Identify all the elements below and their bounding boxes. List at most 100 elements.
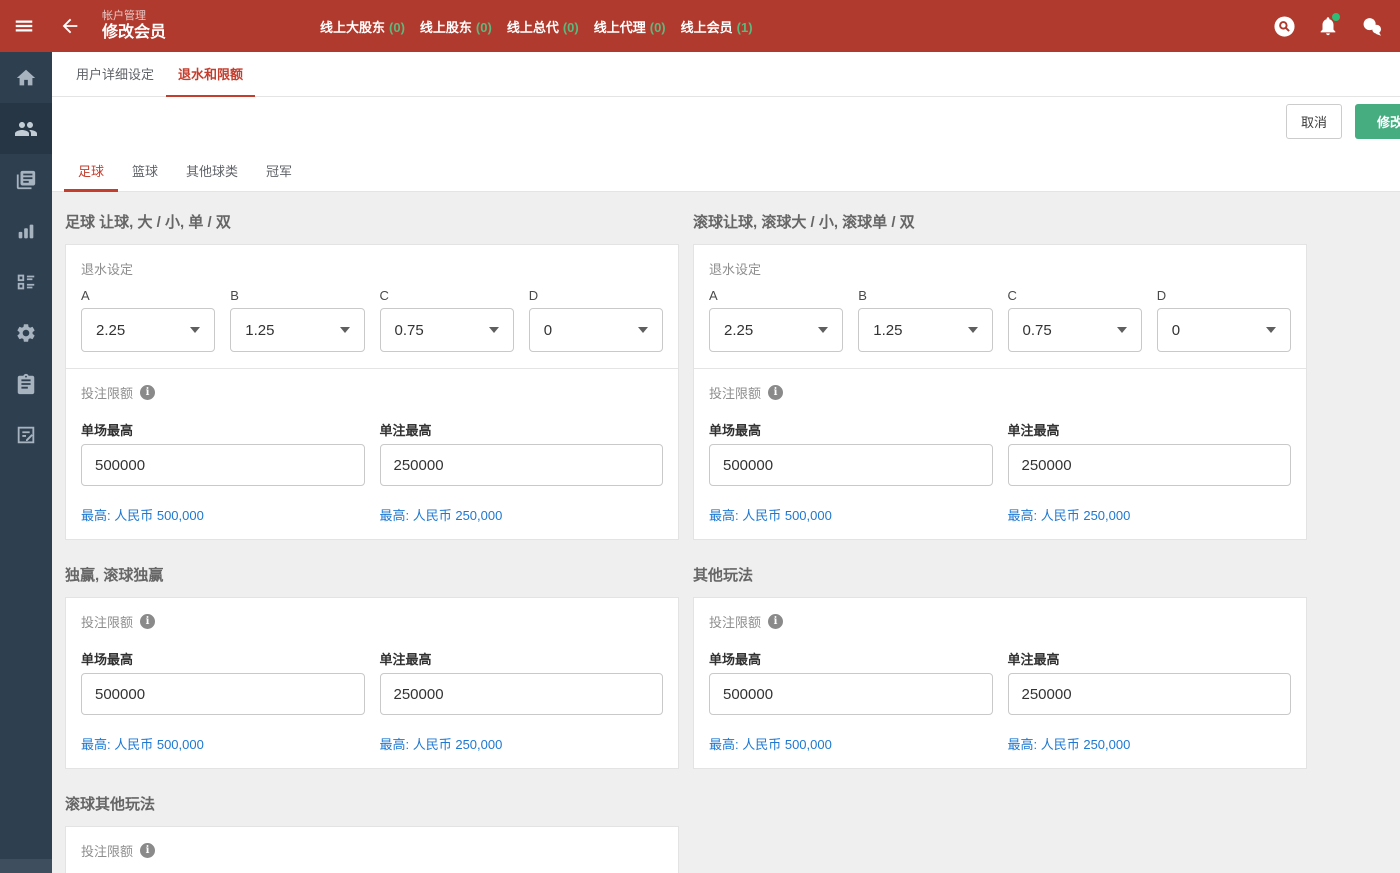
- section-title: 滚球让球, 滚球大 / 小, 滚球单 / 双: [693, 211, 1307, 232]
- home-icon: [15, 67, 37, 89]
- sidebar-item-users[interactable]: [0, 103, 52, 154]
- rebate-option-label: B: [858, 288, 992, 303]
- chevron-down-icon: [638, 327, 648, 333]
- rebate-option-label: C: [380, 288, 514, 303]
- page-title: 修改会员: [102, 24, 166, 42]
- limit-hint: 最高: 人民币 500,000: [709, 734, 993, 753]
- sidebar-item-reports[interactable]: [0, 154, 52, 205]
- chart-icon: [15, 220, 37, 242]
- nav-online-member[interactable]: 线上会员(1): [681, 17, 753, 36]
- tab-rebate-limits[interactable]: 退水和限额: [166, 52, 255, 97]
- breadcrumb: 帐户管理: [102, 10, 166, 22]
- max-per-match-input[interactable]: [81, 444, 365, 486]
- limit-hint: 最高: 人民币 250,000: [1008, 505, 1292, 524]
- chevron-down-icon: [818, 327, 828, 333]
- nav-online-major-shareholder[interactable]: 线上大股东(0): [320, 17, 405, 36]
- search-icon[interactable]: [1268, 10, 1300, 42]
- clipboard-icon: [15, 373, 37, 395]
- info-icon[interactable]: [140, 843, 155, 858]
- tab-champion[interactable]: 冠军: [252, 152, 306, 192]
- bet-limit-label: 投注限额: [81, 612, 663, 631]
- rebate-select-a[interactable]: 2.25: [81, 308, 215, 352]
- main-area: 用户详细设定 退水和限额 取消 修改 足球 篮球 其他球类 冠军 足球 让球, …: [52, 52, 1400, 873]
- bet-limit-label: 投注限额: [709, 383, 1291, 402]
- max-per-match-input[interactable]: [709, 673, 993, 715]
- nav-online-shareholder[interactable]: 线上股东(0): [420, 17, 492, 36]
- tab-football[interactable]: 足球: [64, 152, 118, 192]
- section-title: 滚球其他玩法: [65, 793, 679, 814]
- rebate-option-label: D: [529, 288, 663, 303]
- list-icon: [15, 271, 37, 293]
- sidebar-item-tasks[interactable]: [0, 358, 52, 409]
- sidebar-item-home[interactable]: [0, 52, 52, 103]
- chevron-down-icon: [1117, 327, 1127, 333]
- info-icon[interactable]: [140, 614, 155, 629]
- tab-other-sports[interactable]: 其他球类: [172, 152, 252, 192]
- app-header: 帐户管理 修改会员 线上大股东(0) 线上股东(0) 线上总代(0) 线上代理(…: [0, 0, 1400, 52]
- menu-icon[interactable]: [8, 10, 40, 42]
- tab-user-details[interactable]: 用户详细设定: [64, 52, 166, 97]
- rebate-option-label: B: [230, 288, 364, 303]
- rebate-select-d[interactable]: 0: [529, 308, 663, 352]
- section-card: 退水设定 A 2.25 B 1.25 C 0.75 D 0 投注限额: [693, 244, 1307, 540]
- info-icon[interactable]: [140, 385, 155, 400]
- chat-icon[interactable]: [1356, 10, 1388, 42]
- chevron-down-icon: [340, 327, 350, 333]
- rebate-select-c[interactable]: 0.75: [380, 308, 514, 352]
- chevron-down-icon: [1266, 327, 1276, 333]
- max-per-bet-input[interactable]: [1008, 444, 1292, 486]
- chevron-down-icon: [968, 327, 978, 333]
- sidebar-footer: [0, 859, 52, 873]
- notes-icon: [15, 424, 37, 446]
- nav-online-master-agent[interactable]: 线上总代(0): [507, 17, 579, 36]
- limit-hint: 最高: 人民币 250,000: [380, 734, 664, 753]
- max-per-match-input[interactable]: [81, 673, 365, 715]
- tab-basketball[interactable]: 篮球: [118, 152, 172, 192]
- content-area: 足球 让球, 大 / 小, 单 / 双 退水设定 A 2.25 B 1.25 C…: [52, 192, 1400, 873]
- users-icon: [14, 117, 38, 141]
- limit-hint: 最高: 人民币 250,000: [380, 505, 664, 524]
- divider: [66, 368, 678, 369]
- action-bar: 取消 修改: [52, 97, 1400, 152]
- rebate-option-label: C: [1008, 288, 1142, 303]
- limit-hint: 最高: 人民币 500,000: [709, 505, 993, 524]
- divider: [694, 368, 1306, 369]
- max-per-bet-input[interactable]: [380, 673, 664, 715]
- notification-badge: [1332, 13, 1340, 21]
- limit-hint: 最高: 人民币 500,000: [81, 505, 365, 524]
- max-per-match-input[interactable]: [709, 444, 993, 486]
- nav-online-agent[interactable]: 线上代理(0): [594, 17, 666, 36]
- info-icon[interactable]: [768, 614, 783, 629]
- max-per-bet-input[interactable]: [1008, 673, 1292, 715]
- bet-limit-label: 投注限额: [709, 612, 1291, 631]
- section-title: 其他玩法: [693, 564, 1307, 585]
- rebate-select-d[interactable]: 0: [1157, 308, 1291, 352]
- rebate-select-b[interactable]: 1.25: [230, 308, 364, 352]
- notifications-icon[interactable]: [1312, 10, 1344, 42]
- rebate-select-a[interactable]: 2.25: [709, 308, 843, 352]
- header-actions: [1268, 0, 1388, 52]
- section-card: 退水设定 A 2.25 B 1.25 C 0.75 D 0 投注限额: [65, 244, 679, 540]
- section-title: 独赢, 滚球独赢: [65, 564, 679, 585]
- rebate-select-c[interactable]: 0.75: [1008, 308, 1142, 352]
- section-card: 投注限额 单场最高 最高: 人民币 500,000 单注最高 最高: 人民币 2…: [65, 826, 679, 873]
- info-icon[interactable]: [768, 385, 783, 400]
- max-per-bet-input[interactable]: [380, 444, 664, 486]
- submit-button[interactable]: 修改: [1355, 104, 1400, 139]
- rebate-option-label: D: [1157, 288, 1291, 303]
- rebate-option-label: A: [81, 288, 215, 303]
- sidebar-item-statistics[interactable]: [0, 205, 52, 256]
- back-arrow-icon[interactable]: [54, 10, 86, 42]
- sport-tab-bar: 足球 篮球 其他球类 冠军: [52, 152, 1400, 192]
- rebate-settings-label: 退水设定: [81, 259, 663, 278]
- sidebar-item-settings[interactable]: [0, 307, 52, 358]
- page-title-block: 帐户管理 修改会员: [102, 10, 166, 42]
- sidebar-item-catalog[interactable]: [0, 256, 52, 307]
- bet-limit-label: 投注限额: [81, 841, 663, 860]
- cancel-button[interactable]: 取消: [1286, 104, 1342, 139]
- section-card: 投注限额 单场最高 最高: 人民币 500,000 单注最高 最高: 人民币 2…: [693, 597, 1307, 769]
- rebate-settings-label: 退水设定: [709, 259, 1291, 278]
- sidebar-item-logs[interactable]: [0, 409, 52, 460]
- account-level-nav: 线上大股东(0) 线上股东(0) 线上总代(0) 线上代理(0) 线上会员(1): [320, 0, 753, 52]
- rebate-select-b[interactable]: 1.25: [858, 308, 992, 352]
